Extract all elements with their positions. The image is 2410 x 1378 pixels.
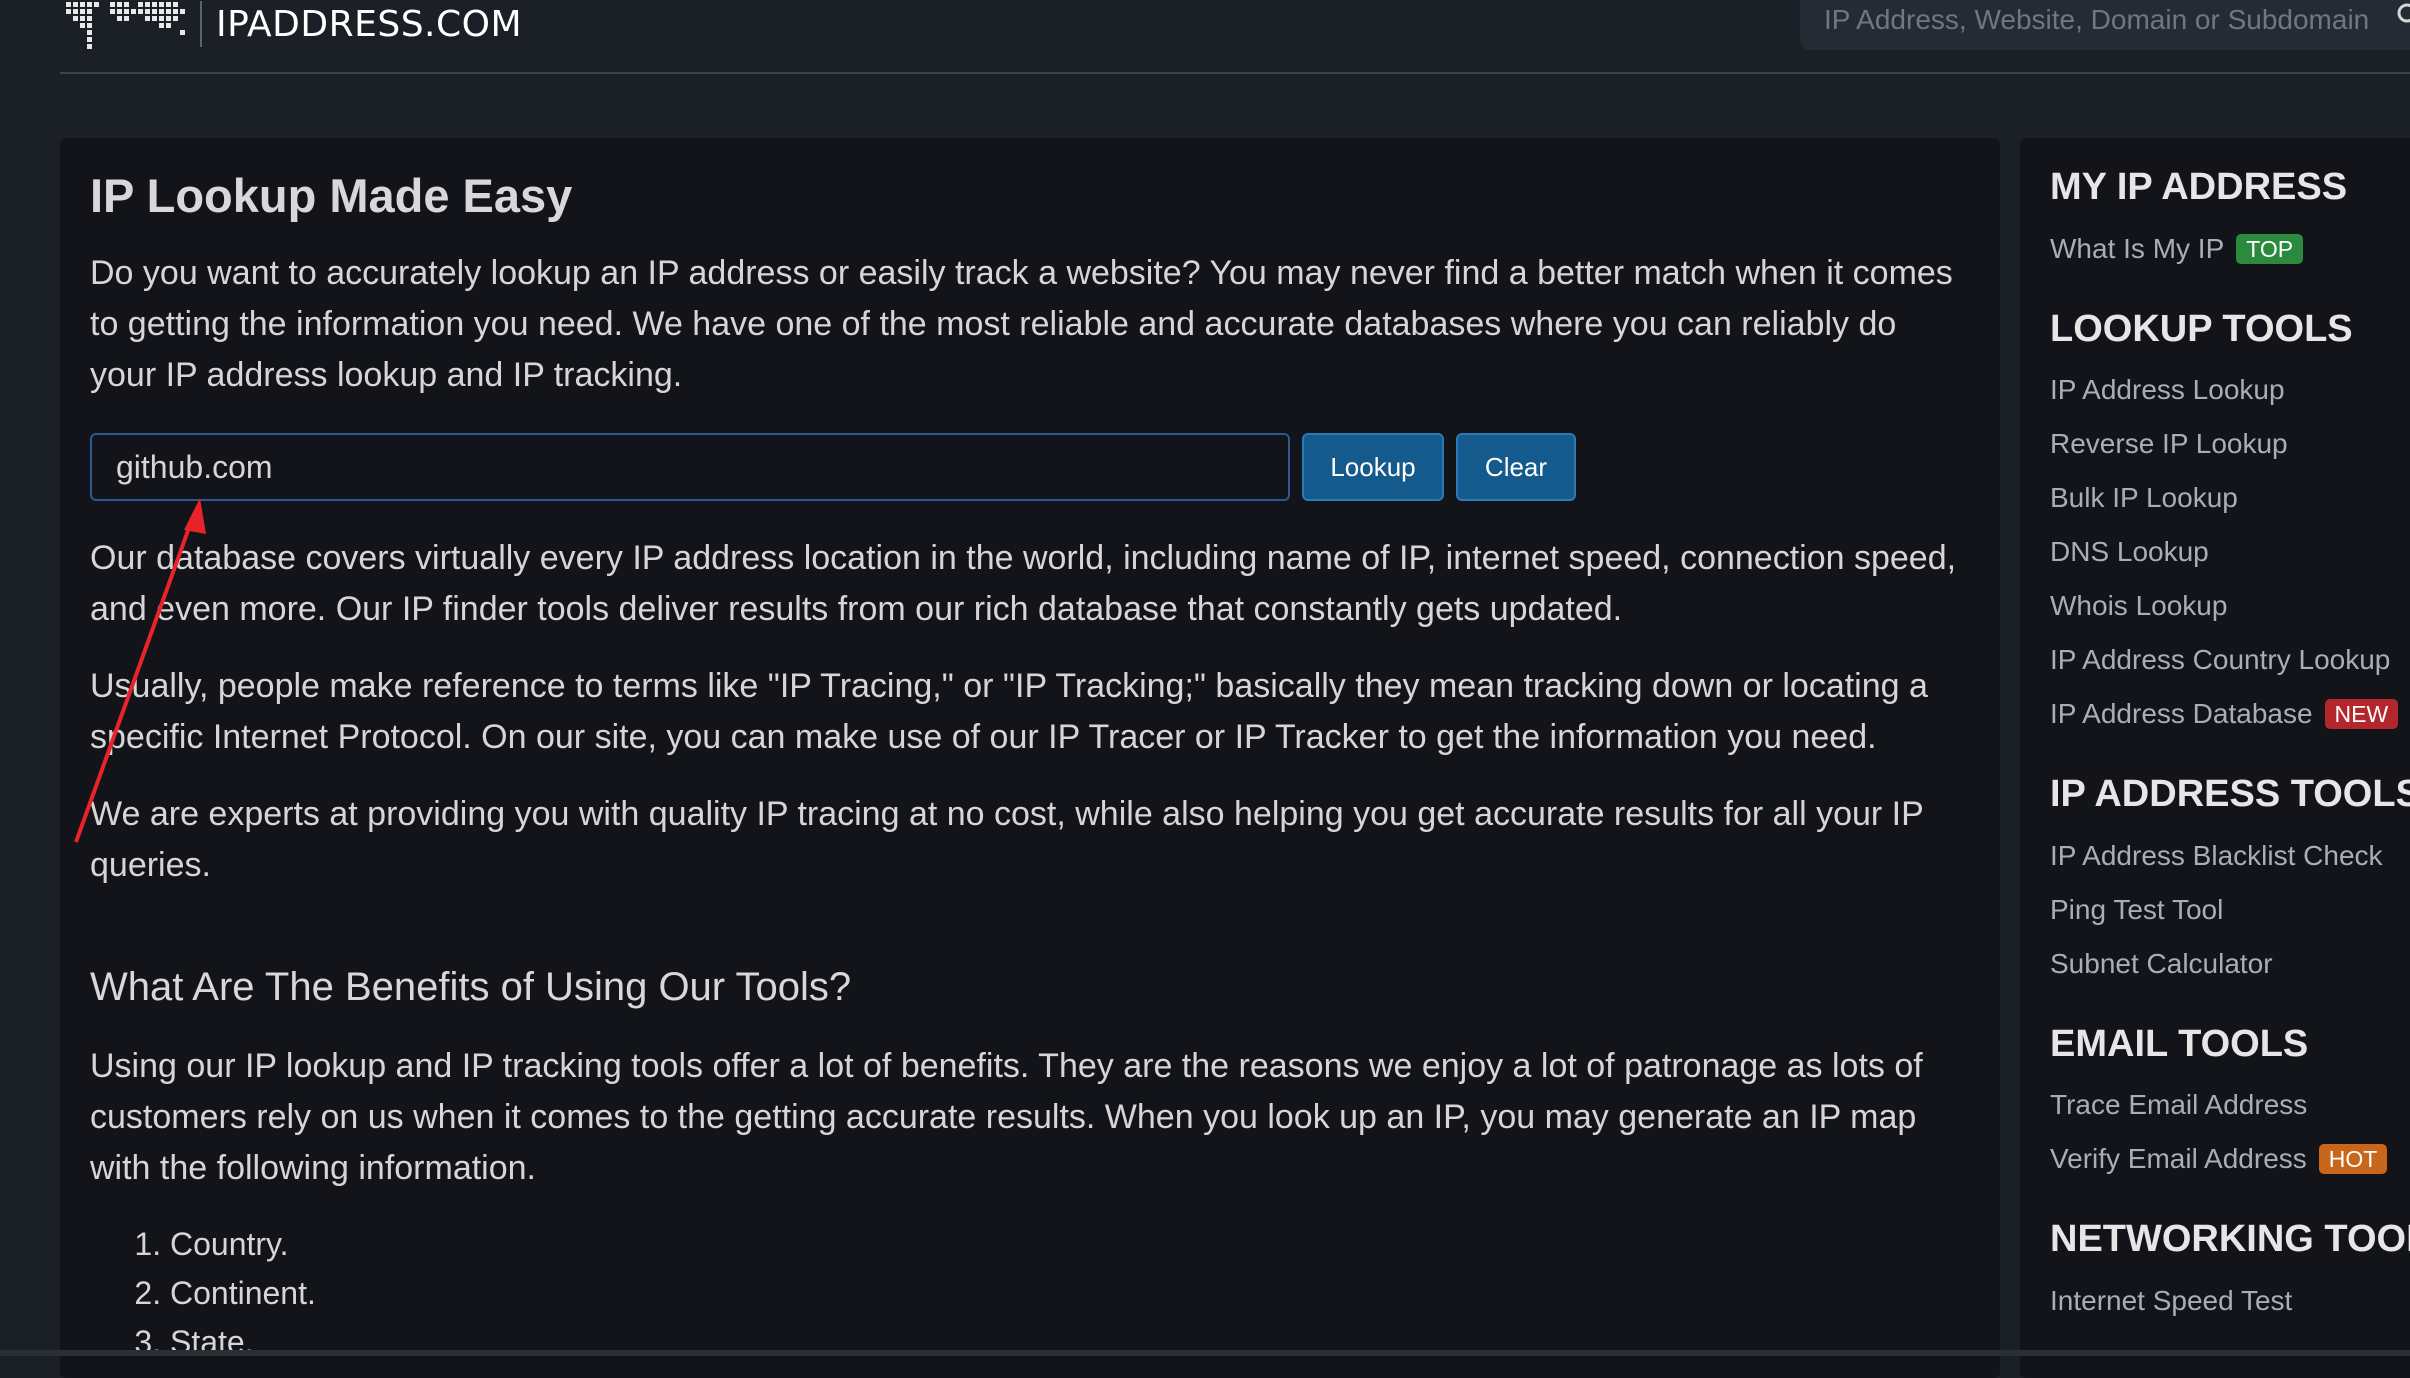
list-item: State. <box>170 1318 1970 1367</box>
lookup-form: Lookup Clear <box>90 433 1970 501</box>
benefits-list: Country. Continent. State. <box>90 1220 1970 1367</box>
world-map-logo-icon <box>62 0 192 52</box>
site-logo[interactable]: IPADDRESS.COM <box>62 0 522 54</box>
sidebar-item-label[interactable]: IP Address Country Lookup <box>2050 633 2390 687</box>
sidebar-item-label[interactable]: IP Address Lookup <box>2050 363 2285 417</box>
sidebar-item-verify-email[interactable]: Verify Email Address HOT <box>2050 1132 2410 1186</box>
sidebar-item-ip-address-database[interactable]: IP Address Database NEW <box>2050 687 2410 741</box>
sidebar-heading: LOOKUP TOOLS <box>2050 306 2410 354</box>
sidebar-item-whois-lookup[interactable]: Whois Lookup <box>2050 579 2410 633</box>
sidebar-heading: EMAIL TOOLS <box>2050 1021 2410 1069</box>
sidebar-item-label[interactable]: Ping Test Tool <box>2050 883 2223 937</box>
top-badge: TOP <box>2236 234 2303 264</box>
sidebar-item-label[interactable]: IP Address Database <box>2050 687 2313 741</box>
clear-button[interactable]: Clear <box>1456 433 1576 501</box>
sidebar-item-internet-speed-test[interactable]: Internet Speed Test <box>2050 1274 2410 1328</box>
sidebar-heading: IP ADDRESS TOOLS <box>2050 771 2410 819</box>
sidebar-item-label[interactable]: Reverse IP Lookup <box>2050 417 2288 471</box>
sidebar-item-trace-email[interactable]: Trace Email Address <box>2050 1078 2410 1132</box>
sidebar-section-email-tools: EMAIL TOOLS Trace Email Address Verify E… <box>2050 1021 2410 1187</box>
main-content: IP Lookup Made Easy Do you want to accur… <box>60 138 2000 1378</box>
bottom-scroll-strip <box>0 1350 2410 1356</box>
sidebar-item-label[interactable]: Internet Speed Test <box>2050 1274 2292 1328</box>
sidebar-item-label[interactable]: Subnet Calculator <box>2050 937 2273 991</box>
sidebar-item-label[interactable]: IP Address Blacklist Check <box>2050 829 2383 883</box>
lookup-input[interactable] <box>90 433 1290 501</box>
hot-badge: HOT <box>2319 1144 2388 1174</box>
sidebar-heading: NETWORKING TOOLS <box>2050 1216 2410 1264</box>
benefits-paragraph: Using our IP lookup and IP tracking tool… <box>90 1041 1970 1194</box>
sidebar: MY IP ADDRESS What Is My IP TOP LOOKUP T… <box>2020 138 2410 1378</box>
benefits-heading: What Are The Benefits of Using Our Tools… <box>90 963 1970 1011</box>
sidebar-item-ping-test[interactable]: Ping Test Tool <box>2050 883 2410 937</box>
lookup-button[interactable]: Lookup <box>1302 433 1444 501</box>
database-paragraph: Our database covers virtually every IP a… <box>90 533 1970 635</box>
sidebar-item-label[interactable]: Bulk IP Lookup <box>2050 471 2238 525</box>
list-item: Country. <box>170 1220 1970 1269</box>
sidebar-item-what-is-my-ip[interactable]: What Is My IP TOP <box>2050 222 2410 276</box>
experts-paragraph: We are experts at providing you with qua… <box>90 789 1970 891</box>
sidebar-item-label[interactable]: Whois Lookup <box>2050 579 2227 633</box>
sidebar-section-ip-address-tools: IP ADDRESS TOOLS IP Address Blacklist Ch… <box>2050 771 2410 991</box>
sidebar-item-dns-lookup[interactable]: DNS Lookup <box>2050 525 2410 579</box>
page-title: IP Lookup Made Easy <box>90 168 1970 224</box>
sidebar-section-lookup-tools: LOOKUP TOOLS IP Address Lookup Reverse I… <box>2050 306 2410 742</box>
tracing-paragraph: Usually, people make reference to terms … <box>90 661 1970 763</box>
sidebar-section-networking-tools: NETWORKING TOOLS Internet Speed Test <box>2050 1216 2410 1328</box>
intro-paragraph: Do you want to accurately lookup an IP a… <box>90 248 1970 401</box>
sidebar-item-ip-address-country-lookup[interactable]: IP Address Country Lookup <box>2050 633 2410 687</box>
sidebar-heading: MY IP ADDRESS <box>2050 164 2410 212</box>
sidebar-item-label[interactable]: DNS Lookup <box>2050 525 2209 579</box>
site-search[interactable] <box>1800 0 2410 50</box>
sidebar-item-reverse-ip-lookup[interactable]: Reverse IP Lookup <box>2050 417 2410 471</box>
list-item: Continent. <box>170 1269 1970 1318</box>
sidebar-item-bulk-ip-lookup[interactable]: Bulk IP Lookup <box>2050 471 2410 525</box>
site-search-input[interactable] <box>1822 3 2382 37</box>
sidebar-item-ip-address-lookup[interactable]: IP Address Lookup <box>2050 363 2410 417</box>
header-divider <box>60 72 2410 74</box>
search-icon[interactable] <box>2396 2 2410 28</box>
sidebar-item-blacklist-check[interactable]: IP Address Blacklist Check <box>2050 829 2410 883</box>
sidebar-item-label[interactable]: Verify Email Address <box>2050 1132 2307 1186</box>
sidebar-item-label[interactable]: What Is My IP <box>2050 222 2224 276</box>
site-header: IPADDRESS.COM <box>0 0 2410 74</box>
sidebar-item-subnet-calculator[interactable]: Subnet Calculator <box>2050 937 2410 991</box>
new-badge: NEW <box>2325 699 2399 729</box>
logo-text[interactable]: IPADDRESS.COM <box>216 4 522 45</box>
sidebar-section-my-ip: MY IP ADDRESS What Is My IP TOP <box>2050 164 2410 276</box>
sidebar-item-label[interactable]: Trace Email Address <box>2050 1078 2307 1132</box>
logo-divider <box>200 1 202 47</box>
